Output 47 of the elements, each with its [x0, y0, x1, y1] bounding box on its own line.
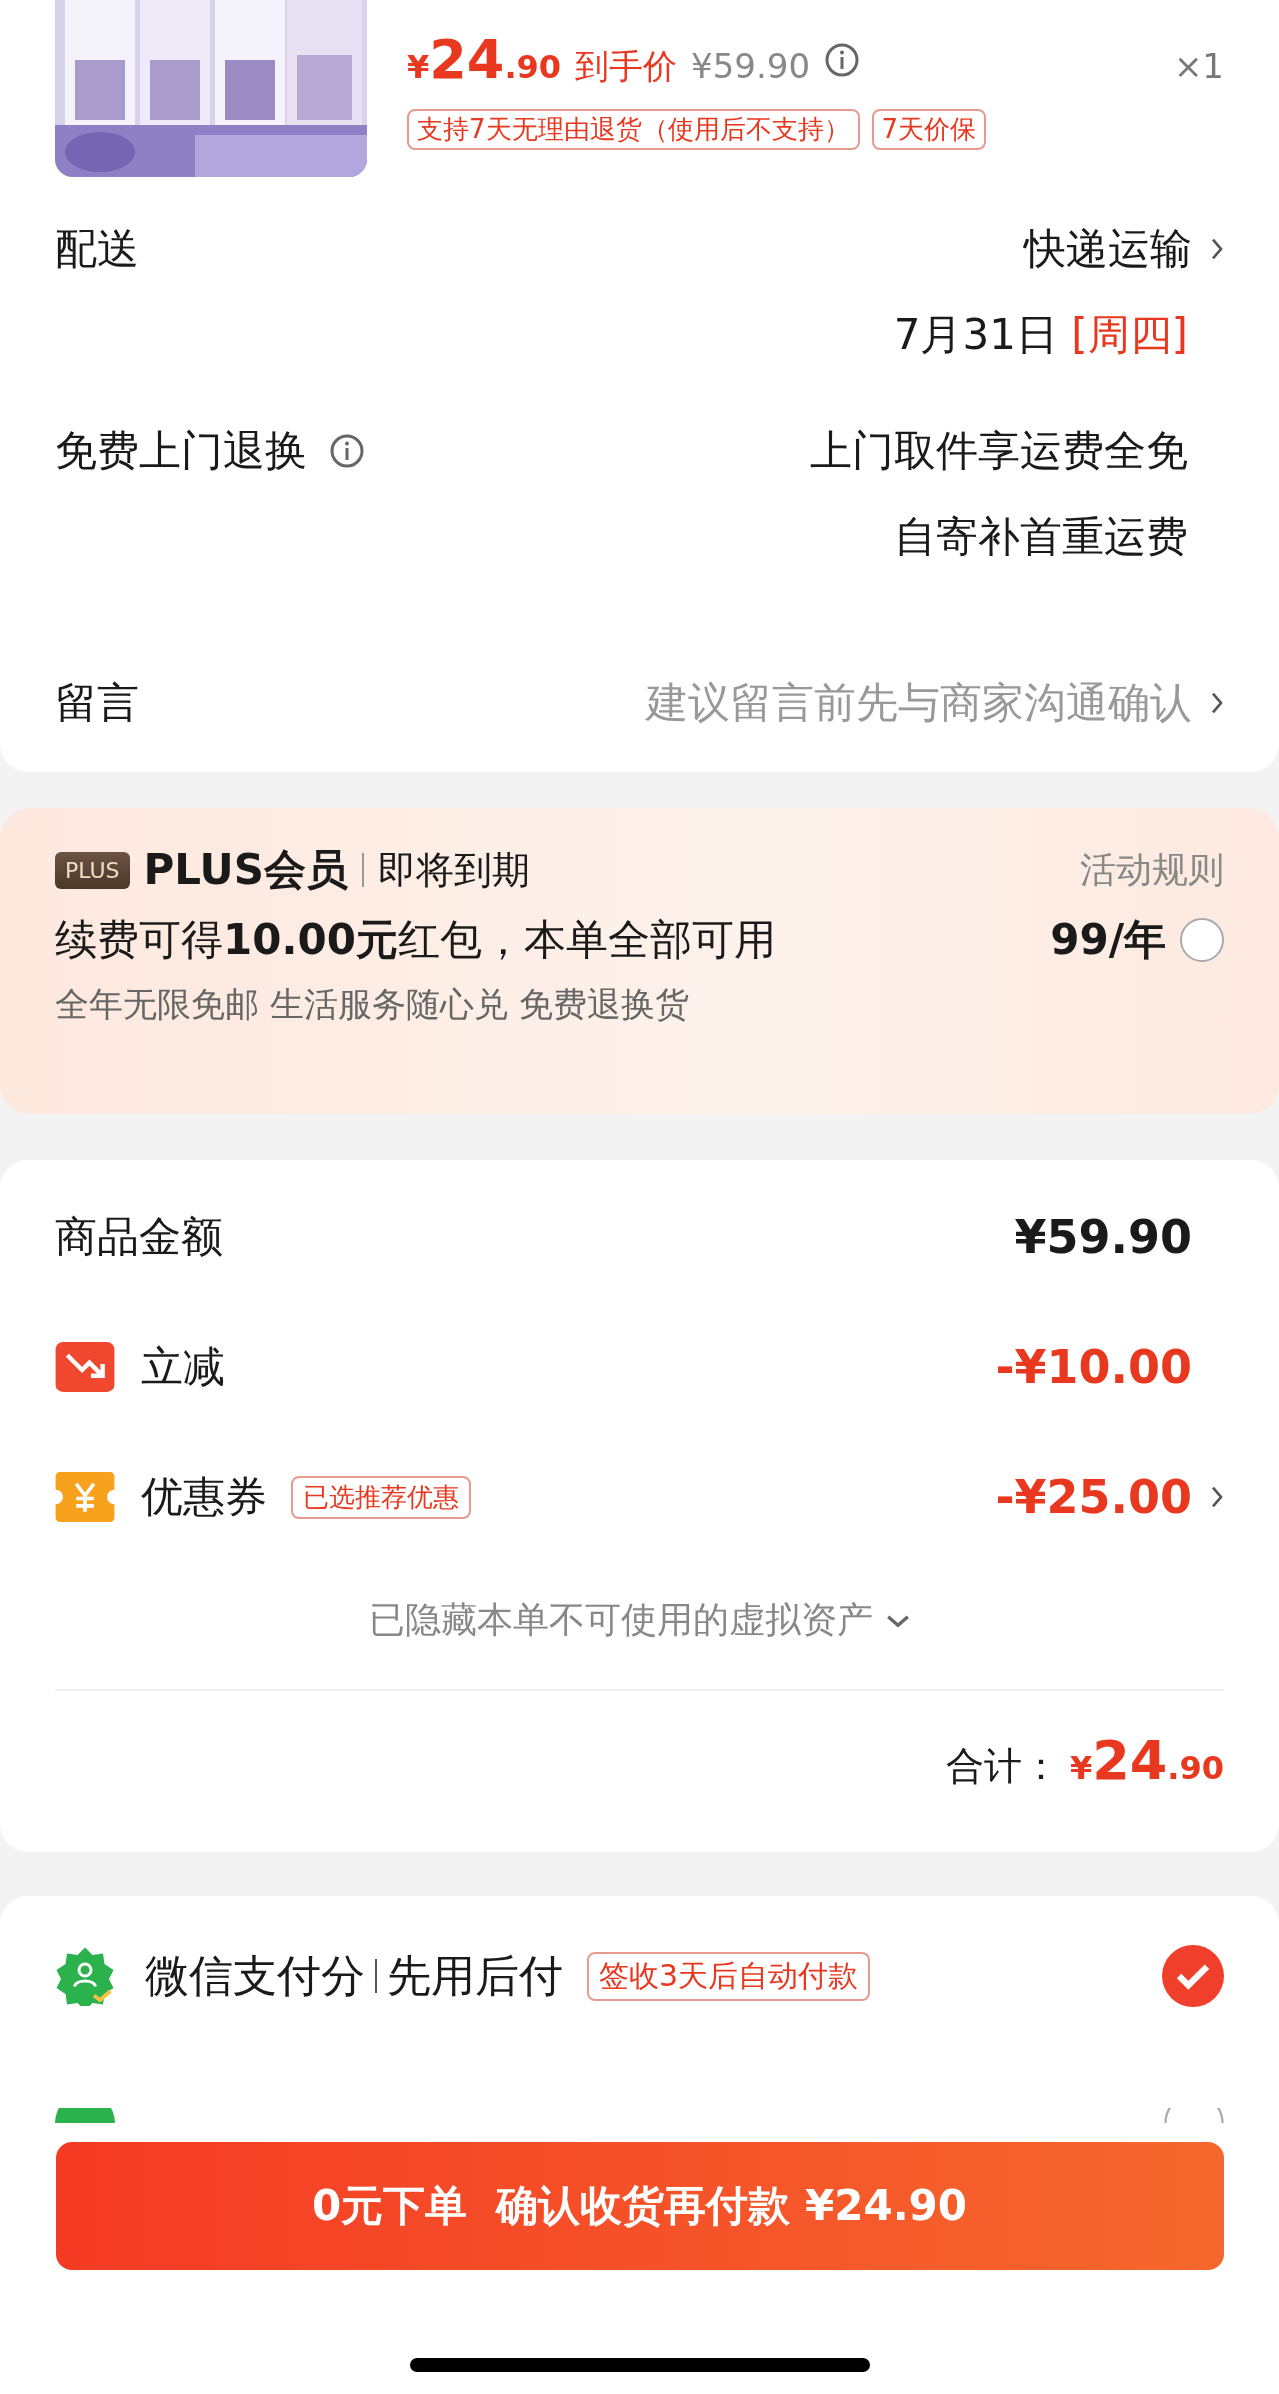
message-field[interactable]: 建议留言前先与商家沟通确认 [646, 675, 1192, 731]
submit-order-button[interactable]: 0元下单 确认收货再付款 ¥24.90 [55, 2142, 1224, 2270]
quantity: ×1 [1173, 46, 1224, 86]
original-price: ¥59.90 [691, 46, 811, 86]
delivery-label: 配送 [55, 223, 139, 275]
summary-label: 优惠券 [141, 1471, 267, 1523]
summary-label: 立减 [141, 1341, 225, 1393]
radio-button[interactable] [1180, 918, 1224, 962]
summary-amount: -¥10.00 [995, 1340, 1192, 1394]
total-label: 合计： [945, 1743, 1060, 1790]
plus-offer: 续费可得10.00元红包，本单全部可用 [55, 914, 776, 966]
payment-tag: 签收3天后自动付款 [587, 1951, 871, 2001]
coupon-tag: 已选推荐优惠 [291, 1475, 471, 1519]
summary-amount: ¥59.90 [1014, 1210, 1192, 1264]
plus-price: 99/年 [1050, 914, 1166, 966]
chevron-right-icon [1210, 237, 1224, 261]
plus-badge: PLUS [55, 851, 130, 889]
info-icon[interactable] [329, 433, 365, 469]
final-price: ¥24.90 [407, 28, 562, 91]
badge-icon [55, 1946, 115, 2006]
service-tag: 7天价保 [871, 109, 987, 150]
chevron-right-icon[interactable] [1210, 1485, 1224, 1509]
delivery-date: 7月31日 [周四] [893, 309, 1188, 361]
summary-label: 商品金额 [55, 1211, 223, 1263]
payment-subtitle: 先用后付 [387, 1948, 563, 2003]
checked-icon[interactable] [1162, 1945, 1224, 2007]
summary-amount: -¥25.00 [995, 1470, 1192, 1524]
hidden-assets-note[interactable]: 已隐藏本单不可使用的虚拟资产 [368, 1596, 873, 1645]
payment-name: 微信支付分 [145, 1948, 365, 2003]
coupon-icon [55, 1472, 115, 1522]
total-amount: ¥24.90 [1069, 1729, 1224, 1792]
delivery-method[interactable]: 快递运输 [1024, 221, 1192, 277]
payment-icon [55, 2108, 115, 2123]
chevron-right-icon [1210, 691, 1224, 715]
service-tag: 支持7天无理由退货（使用后不支持） [407, 109, 860, 150]
plus-benefits: 全年无限免邮 生活服务随心兑 免费退换货 [55, 983, 690, 1026]
radio-button[interactable] [1164, 2108, 1224, 2123]
plus-status: 即将到期 [377, 846, 530, 894]
plus-title: PLUS会员 [143, 844, 348, 896]
return-service-detail: 上门取件享运费全免 [810, 425, 1188, 477]
info-icon[interactable] [824, 41, 861, 78]
return-service-detail: 自寄补首重运费 [894, 511, 1188, 563]
message-label: 留言 [55, 677, 139, 729]
price-label: 到手价 [575, 45, 678, 88]
down-trend-icon [55, 1342, 115, 1392]
return-service-label: 免费上门退换 [55, 425, 307, 477]
rules-link[interactable]: 活动规则 [1080, 845, 1224, 895]
